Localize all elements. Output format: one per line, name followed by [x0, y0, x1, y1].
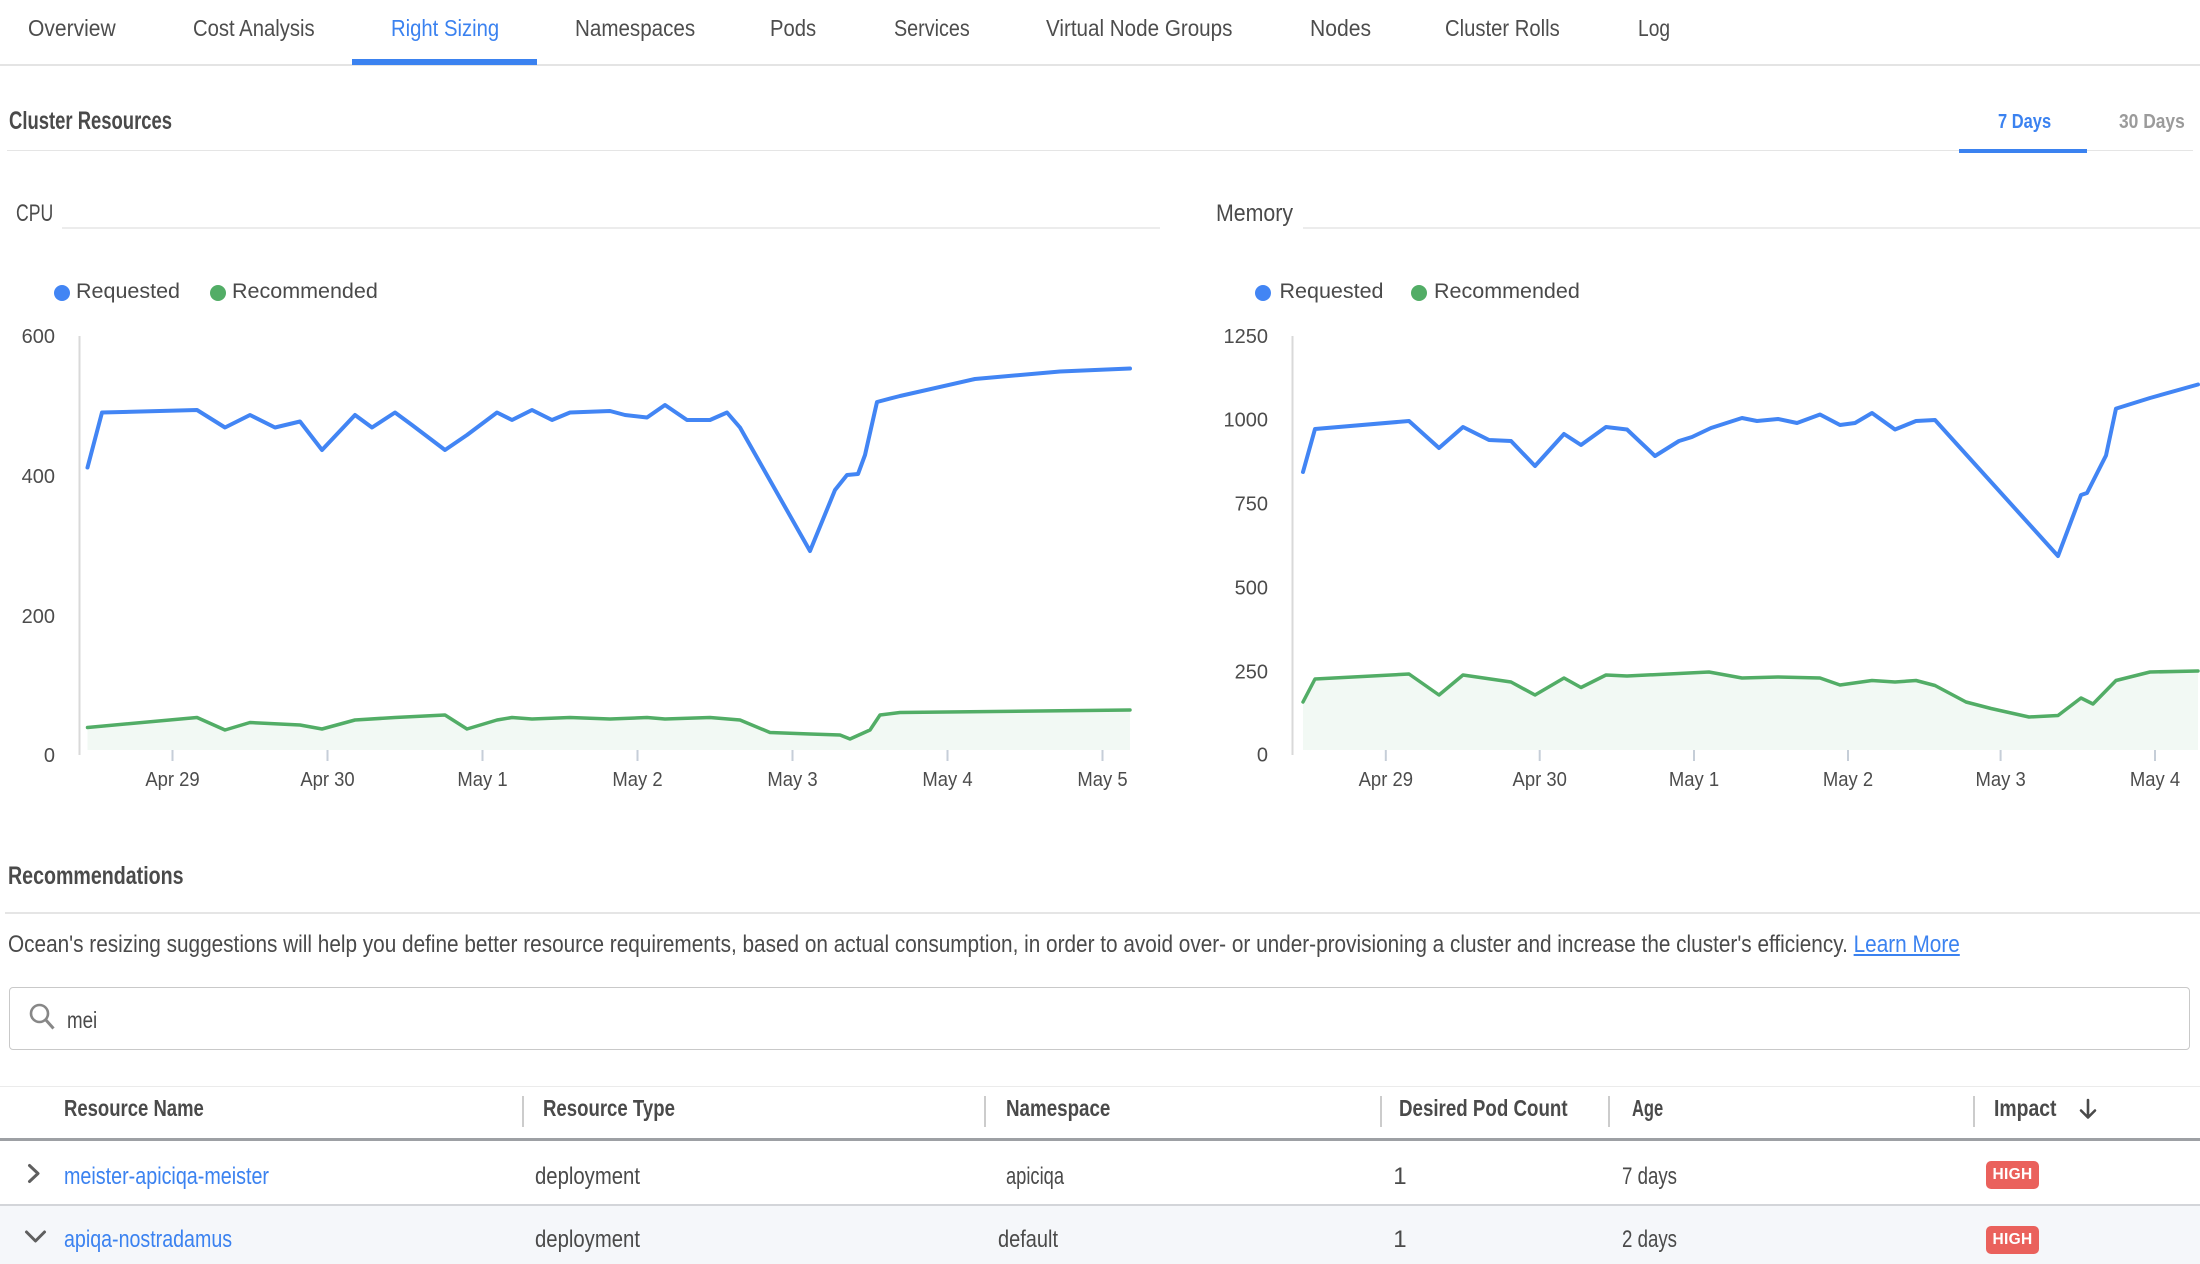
svg-text:600: 600 — [22, 326, 55, 348]
svg-text:Apr 30: Apr 30 — [1513, 768, 1568, 791]
svg-text:May 4: May 4 — [2130, 768, 2180, 791]
svg-text:Apr 29: Apr 29 — [1359, 768, 1413, 791]
svg-text:May 1: May 1 — [457, 768, 507, 791]
svg-text:0: 0 — [44, 745, 55, 767]
svg-text:May 1: May 1 — [1669, 768, 1719, 791]
svg-text:200: 200 — [22, 606, 55, 628]
svg-text:500: 500 — [1235, 577, 1268, 599]
svg-text:May 2: May 2 — [612, 768, 662, 791]
svg-text:0: 0 — [1257, 745, 1268, 767]
svg-text:250: 250 — [1235, 661, 1268, 683]
svg-text:May 3: May 3 — [1975, 768, 2025, 791]
svg-text:400: 400 — [22, 466, 55, 488]
svg-text:May 3: May 3 — [767, 768, 817, 791]
svg-text:Apr 29: Apr 29 — [145, 768, 199, 791]
svg-text:1000: 1000 — [1224, 409, 1269, 431]
svg-text:750: 750 — [1235, 493, 1268, 515]
svg-text:1250: 1250 — [1224, 326, 1269, 348]
svg-text:May 4: May 4 — [922, 768, 972, 791]
svg-text:May 5: May 5 — [1077, 768, 1127, 791]
svg-text:May 2: May 2 — [1823, 768, 1873, 791]
svg-text:Apr 30: Apr 30 — [300, 768, 355, 791]
